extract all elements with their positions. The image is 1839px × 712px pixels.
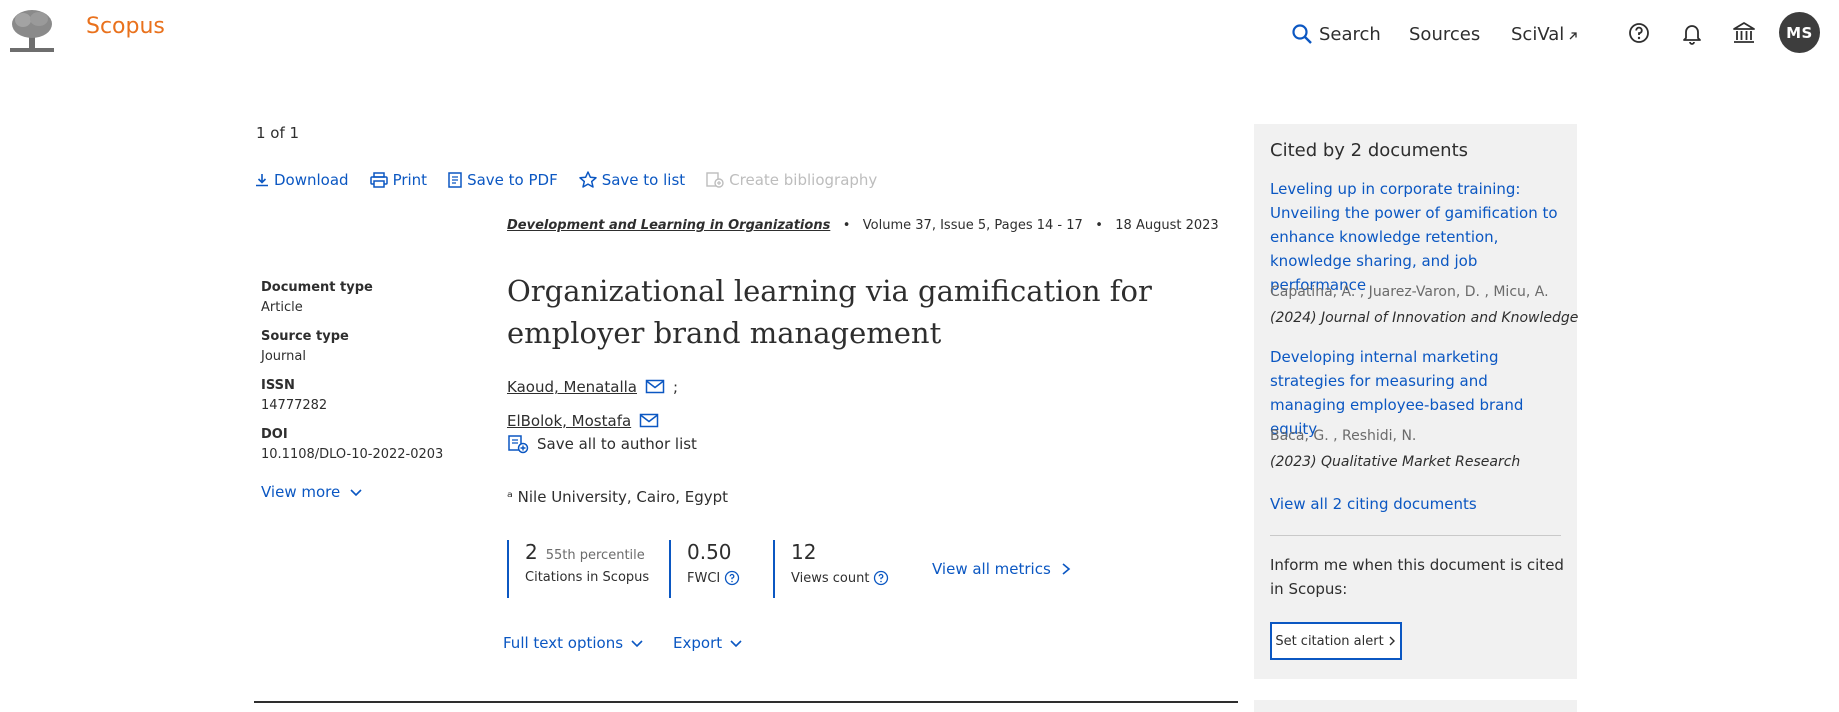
scopus-logo[interactable]: Scopus (86, 14, 165, 39)
doc-type-label: Document type (261, 280, 373, 295)
chevron-down-icon (631, 640, 643, 648)
download-button[interactable]: Download (254, 171, 349, 189)
citations-metric[interactable]: 2 55th percentile Citations in Scopus (507, 540, 665, 598)
issn-value: 14777282 (261, 398, 328, 413)
citation-alert-prompt: Inform me when this document is cited in… (1270, 556, 1564, 598)
download-icon (256, 174, 268, 187)
save-all-authors-button[interactable]: Save all to author list (507, 434, 697, 454)
user-avatar[interactable]: MS (1779, 12, 1820, 53)
full-text-options-label: Full text options (503, 634, 624, 652)
email-icon[interactable] (645, 379, 665, 395)
cited-by-title: Cited by 2 documents (1270, 140, 1469, 161)
sources-nav-link[interactable]: Sources (1409, 20, 1480, 48)
save-to-list-button[interactable]: Save to list (578, 170, 685, 190)
print-label: Print (392, 171, 428, 189)
download-label: Download (274, 171, 349, 189)
save-all-authors-label: Save all to author list (537, 435, 697, 453)
panel-divider (1270, 535, 1561, 536)
publication-date: 18 August 2023 (1115, 218, 1219, 233)
bibliography-icon (706, 172, 724, 188)
institution-icon[interactable] (1731, 20, 1757, 46)
fwci-metric[interactable]: 0.50 FWCI (669, 540, 767, 598)
source-info: Development and Learning in Organization… (507, 218, 1219, 233)
view-all-metrics-label: View all metrics (932, 560, 1051, 578)
set-citation-alert-button[interactable]: Set citation alert (1270, 622, 1402, 660)
journal-link[interactable]: Development and Learning in Organization… (507, 218, 830, 233)
chevron-down-icon (730, 640, 742, 648)
view-all-metrics-link[interactable]: View all metrics (932, 560, 1073, 578)
chevron-down-icon (350, 489, 362, 497)
separator-dot: • (1086, 218, 1112, 233)
search-icon (1292, 24, 1312, 44)
affiliation: ᵃ Nile University, Cairo, Egypt (507, 488, 729, 506)
print-button[interactable]: Print (369, 171, 428, 189)
elsevier-logo-icon[interactable] (8, 6, 56, 54)
citing-document-journal: (2024) Journal of Innovation and Knowled… (1270, 310, 1579, 326)
chevron-right-icon (1389, 636, 1395, 646)
save-pdf-label: Save to PDF (467, 171, 558, 189)
author-name-link[interactable]: Kaoud, Menatalla (507, 378, 637, 396)
search-nav-label: Search (1319, 23, 1381, 45)
fwci-value: 0.50 (687, 540, 732, 564)
author-name-link[interactable]: ElBolok, Mostafa (507, 412, 631, 430)
pdf-icon (448, 172, 462, 188)
doc-type-value: Article (261, 300, 303, 315)
citations-percentile: 55th percentile (545, 548, 645, 563)
doi-value: 10.1108/DLO-10-2022-0203 (261, 447, 444, 462)
citing-document-link[interactable]: Leveling up in corporate training: Unvei… (1270, 177, 1566, 297)
view-all-citing-link[interactable]: View all 2 citing documents (1270, 495, 1477, 513)
save-to-list-label: Save to list (601, 171, 686, 189)
export-label: Export (673, 634, 723, 652)
citations-label: Citations in Scopus (525, 570, 650, 585)
help-icon[interactable] (724, 570, 740, 586)
source-type-label: Source type (261, 329, 349, 344)
notifications-bell-icon[interactable] (1679, 20, 1705, 46)
separator-dot: • (834, 218, 859, 233)
section-divider (254, 701, 1238, 703)
citing-document-journal: (2023) Qualitative Market Research (1270, 454, 1521, 470)
chevron-right-icon (1062, 563, 1071, 575)
views-label: Views count (791, 570, 870, 586)
volume-info: Volume 37, Issue 5, Pages 14 - 17 (862, 218, 1083, 233)
external-link-icon (1569, 32, 1577, 40)
author-item: ElBolok, Mostafa (507, 412, 659, 430)
source-type-value: Journal (261, 349, 306, 364)
citing-document-authors: Capatina, A. , Juarez-Varon, D. , Micu, … (1270, 284, 1549, 300)
print-icon (369, 172, 388, 188)
citing-document-link[interactable]: Developing internal marketing strategies… (1270, 345, 1566, 441)
add-to-list-icon (508, 435, 529, 454)
author-item: Kaoud, Menatalla ; (507, 378, 678, 396)
article-title: Organizational learning via gamification… (507, 274, 1152, 350)
citations-count: 2 (525, 540, 538, 564)
result-count: 1 of 1 (256, 124, 300, 142)
scival-nav-link[interactable]: SciVal (1511, 20, 1579, 48)
issn-label: ISSN (261, 378, 295, 393)
search-nav-link[interactable]: Search (1291, 20, 1381, 48)
views-count: 12 (791, 540, 817, 564)
view-more-button[interactable]: View more (261, 483, 364, 501)
secondary-panel (1254, 700, 1577, 712)
star-icon (578, 171, 597, 188)
email-icon[interactable] (639, 413, 659, 429)
export-button[interactable]: Export (673, 634, 744, 652)
document-metadata: Document type Article Source type Journa… (261, 280, 451, 462)
create-bibliography-label: Create bibliography (729, 171, 878, 189)
views-metric[interactable]: 12 Views count (773, 540, 901, 598)
help-icon[interactable] (873, 570, 889, 586)
full-text-options-button[interactable]: Full text options (503, 634, 645, 652)
help-icon[interactable] (1626, 20, 1652, 46)
save-pdf-button[interactable]: Save to PDF (447, 171, 558, 189)
create-bibliography-button[interactable]: Create bibliography (705, 171, 877, 189)
citing-document-authors: Baca, G. , Reshidi, N. (1270, 428, 1417, 444)
doi-label: DOI (261, 427, 288, 442)
fwci-label: FWCI (687, 570, 721, 586)
scival-nav-label: SciVal (1511, 23, 1565, 45)
set-citation-alert-label: Set citation alert (1275, 633, 1384, 649)
document-actions: Full text options Export (503, 634, 772, 652)
author-separator: ; (672, 378, 679, 396)
document-toolbar: Download Print Save to PDF Save to list … (254, 170, 897, 190)
view-more-label: View more (261, 483, 341, 501)
